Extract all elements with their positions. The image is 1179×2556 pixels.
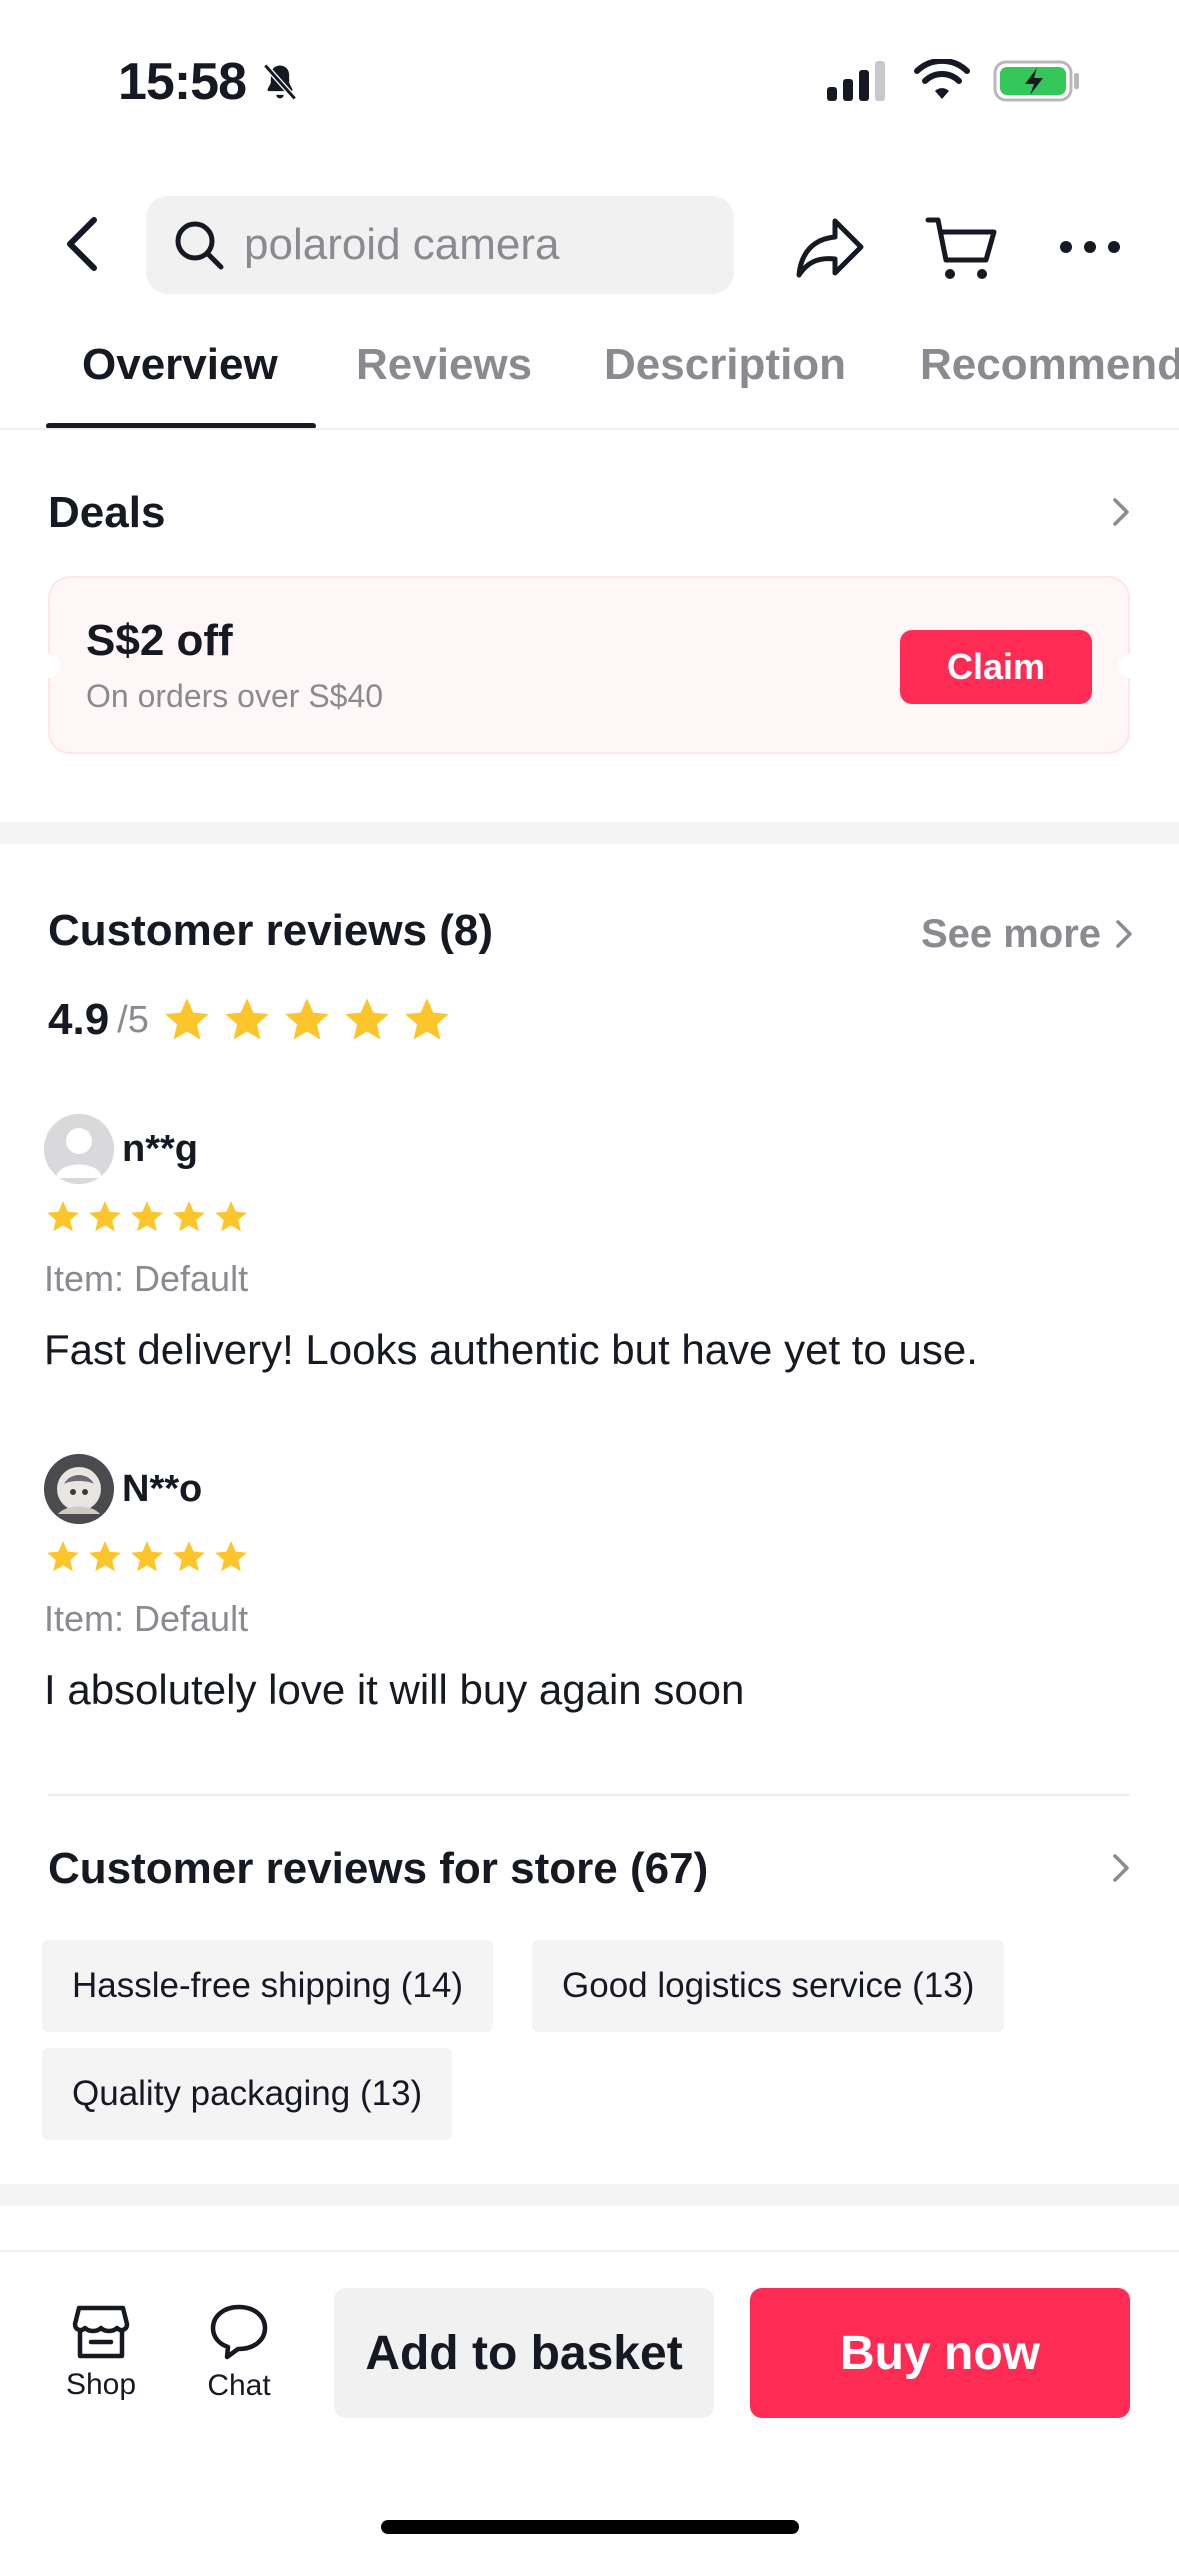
see-more-label: See more — [920, 911, 1102, 956]
tab-recommend[interactable]: Recommend — [918, 340, 1179, 390]
claim-button[interactable]: Claim — [900, 630, 1092, 704]
coupon-notch-left — [36, 654, 60, 678]
chat-label: Chat — [207, 2369, 271, 2402]
tab-reviews[interactable]: Reviews — [354, 340, 534, 390]
battery-charging-icon — [993, 60, 1079, 102]
chevron-right-icon — [1113, 498, 1129, 526]
shop-button[interactable]: Shop — [46, 2288, 156, 2418]
star-icon — [89, 1541, 121, 1572]
buy-now-button[interactable]: Buy now — [750, 2288, 1130, 2418]
avatar[interactable] — [44, 1454, 114, 1524]
review-text: Fast delivery! Looks authentic but have … — [44, 1326, 978, 1373]
coupon-title: S$2 off — [86, 616, 233, 665]
shop-icon — [72, 2305, 130, 2359]
review-item-variant: Item: Default — [44, 1598, 249, 1639]
deals-more-button[interactable] — [1086, 470, 1156, 554]
cellular-signal-icon — [827, 61, 885, 101]
share-button[interactable] — [780, 200, 880, 296]
store-reviews-title: Customer reviews for store (67) — [48, 1844, 709, 1893]
cart-icon — [925, 217, 997, 279]
star-icon — [131, 1201, 163, 1232]
star-icon — [89, 1201, 121, 1232]
search-icon — [166, 212, 232, 278]
status-time: 15:58 — [118, 52, 302, 112]
rating-summary: 4.9 /5 — [48, 994, 453, 1046]
rating-value: 4.9 — [48, 995, 110, 1044]
more-options-button[interactable] — [1040, 192, 1140, 302]
star-icon — [47, 1201, 79, 1232]
star-icon — [47, 1541, 79, 1572]
more-icon — [1060, 241, 1120, 253]
coupon-notch-right — [1118, 654, 1142, 678]
active-tab-indicator — [46, 423, 316, 428]
status-icons — [825, 58, 1081, 104]
chevron-right-icon — [1113, 1854, 1129, 1882]
rating-scale: /5 — [117, 998, 149, 1041]
customer-reviews-title: Customer reviews (8) — [48, 906, 494, 955]
section-divider — [0, 822, 1179, 844]
review-item: n**g Item: Default Fast delivery! Looks … — [44, 1112, 1144, 1374]
coupon-subtitle: On orders over S$40 — [86, 678, 384, 714]
header: polaroid camera — [0, 190, 1179, 300]
store-review-chip[interactable]: Quality packaging (13) — [42, 2048, 453, 2140]
reviewer-name: N**o — [122, 1467, 203, 1510]
tab-overview[interactable]: Overview — [80, 340, 280, 390]
star-icon — [173, 1541, 205, 1572]
share-icon — [796, 218, 864, 278]
home-indicator[interactable] — [381, 2520, 799, 2534]
star-icon — [131, 1541, 163, 1572]
rating-stars — [161, 994, 453, 1046]
reviewer-name: n**g — [122, 1127, 198, 1170]
coupon-card: S$2 off On orders over S$40 Claim — [36, 576, 1142, 754]
search-input[interactable]: polaroid camera — [146, 196, 734, 294]
wifi-icon — [914, 59, 970, 99]
star-icon — [225, 998, 269, 1040]
divider — [48, 1794, 1130, 1796]
star-icon — [285, 998, 329, 1040]
cart-button[interactable] — [912, 200, 1012, 296]
review-text: I absolutely love it will buy again soon — [44, 1666, 745, 1713]
avatar[interactable] — [44, 1114, 114, 1184]
add-to-basket-button[interactable]: Add to basket — [334, 2288, 714, 2418]
see-more-button[interactable]: See more — [900, 884, 1156, 984]
star-icon — [345, 998, 389, 1040]
review-stars — [44, 1538, 1144, 1576]
tab-description[interactable]: Description — [602, 340, 848, 390]
chat-button[interactable]: Chat — [184, 2288, 294, 2418]
bottom-action-bar: Shop Chat Add to basket Buy now — [0, 2250, 1179, 2556]
chevron-right-icon — [1116, 920, 1132, 948]
store-review-chip[interactable]: Good logistics service (13) — [532, 1940, 1005, 2032]
shop-label: Shop — [65, 2368, 137, 2401]
star-icon — [165, 998, 209, 1040]
star-icon — [173, 1201, 205, 1232]
back-button[interactable] — [46, 208, 118, 280]
status-bar: 15:58 — [0, 0, 1179, 170]
time-label: 15:58 — [118, 53, 247, 111]
review-item-variant: Item: Default — [44, 1258, 249, 1299]
store-review-chip[interactable]: Hassle-free shipping (14) — [42, 1940, 494, 2032]
star-icon — [215, 1201, 247, 1232]
tab-bar: Overview Reviews Description Recommend — [0, 320, 1179, 430]
section-divider — [0, 2184, 1179, 2206]
review-stars — [44, 1198, 1144, 1236]
bell-slash-icon — [263, 63, 297, 101]
store-reviews-more-button[interactable] — [1086, 1826, 1156, 1910]
back-icon — [67, 217, 97, 271]
review-item: N**o Item: Default I absolutely love it … — [44, 1452, 1144, 1714]
star-icon — [215, 1541, 247, 1572]
chat-icon — [210, 2304, 268, 2360]
star-icon — [405, 998, 449, 1040]
search-query-text: polaroid camera — [244, 220, 560, 269]
deals-title: Deals — [48, 488, 166, 537]
